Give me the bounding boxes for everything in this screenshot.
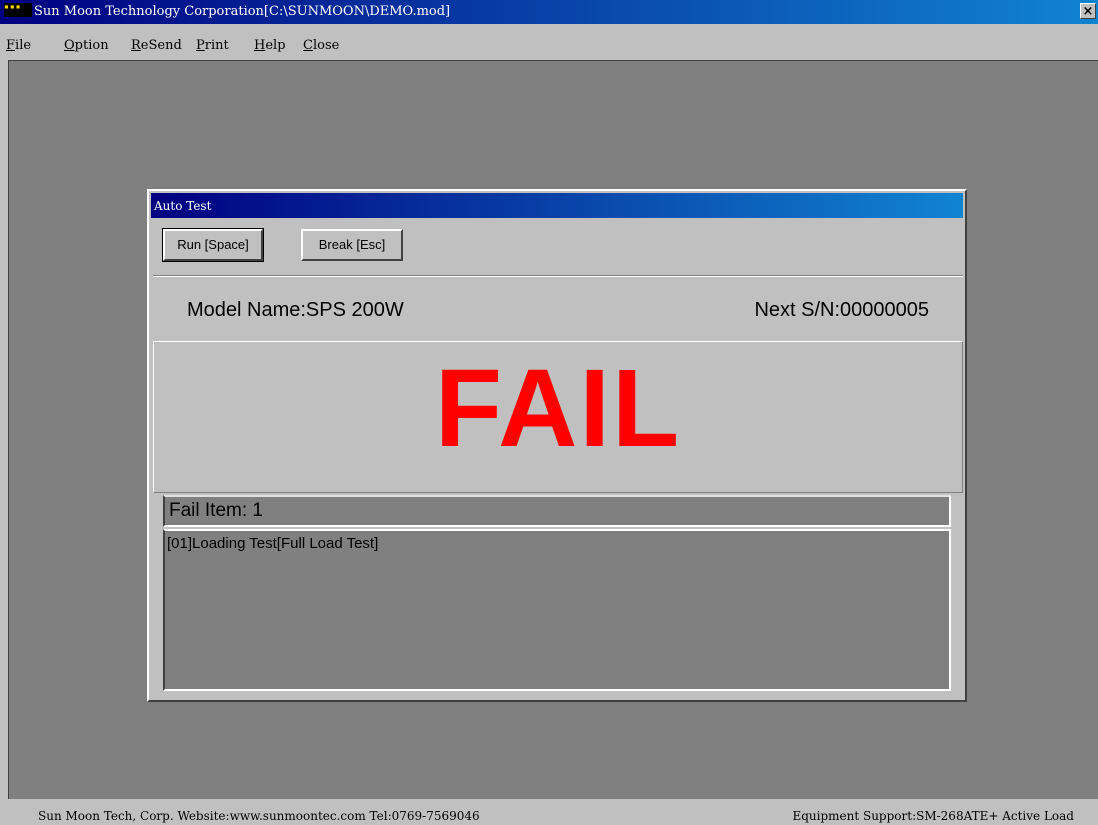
menu-help[interactable]: Help bbox=[254, 38, 286, 53]
dialog-titlebar: Auto Test bbox=[151, 193, 963, 218]
dialog-title: Auto Test bbox=[154, 199, 212, 213]
menu-print[interactable]: Print bbox=[196, 38, 229, 53]
list-item[interactable]: [01]Loading Test[Full Load Test] bbox=[167, 535, 947, 552]
menu-resend[interactable]: ReSend bbox=[131, 38, 182, 53]
status-bar: Sun Moon Tech, Corp. Website:www.sunmoon… bbox=[0, 801, 1098, 825]
break-button[interactable]: Break [Esc] bbox=[301, 229, 403, 261]
menu-close[interactable]: Close bbox=[303, 38, 339, 53]
next-sn-label: Next S/N:00000005 bbox=[754, 299, 929, 321]
fail-area: Fail Item: 1 [01]Loading Test[Full Load … bbox=[161, 493, 953, 691]
app-icon: ▪▪▪ bbox=[4, 3, 32, 17]
close-icon[interactable]: × bbox=[1080, 3, 1096, 19]
run-button[interactable]: Run [Space] bbox=[162, 228, 264, 262]
model-name-label: Model Name:SPS 200W bbox=[187, 299, 404, 321]
separator bbox=[153, 275, 963, 277]
status-equipment-support: Equipment Support:SM-268ATE+ Active Load bbox=[792, 809, 1074, 823]
fail-item-count: Fail Item: 1 bbox=[163, 495, 951, 527]
window-titlebar: ▪▪▪ Sun Moon Technology Corporation[C:\S… bbox=[0, 0, 1098, 24]
fail-item-list[interactable]: [01]Loading Test[Full Load Test] bbox=[163, 529, 951, 691]
result-panel: FAIL bbox=[153, 341, 963, 493]
auto-test-dialog: Auto Test Run [Space] Break [Esc] Model … bbox=[147, 189, 967, 702]
window-title: Sun Moon Technology Corporation[C:\SUNMO… bbox=[34, 4, 451, 19]
menu-bar: File Option ReSend Print Help Close bbox=[0, 34, 1098, 56]
result-text: FAIL bbox=[434, 347, 682, 470]
menu-option[interactable]: Option bbox=[64, 38, 109, 53]
menu-file[interactable]: File bbox=[6, 38, 31, 53]
status-company-info: Sun Moon Tech, Corp. Website:www.sunmoon… bbox=[38, 809, 480, 823]
